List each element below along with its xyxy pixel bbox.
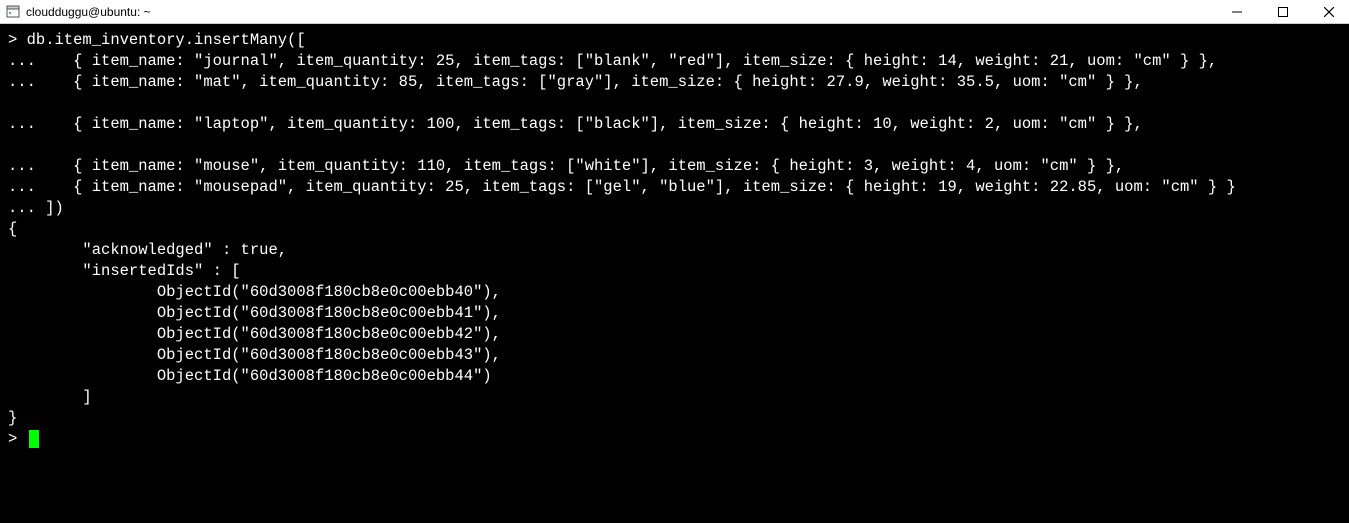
window-titlebar: cloudduggu@ubuntu: ~ <box>0 0 1349 24</box>
window-title: cloudduggu@ubuntu: ~ <box>26 5 1223 19</box>
terminal-icon <box>6 5 20 19</box>
window-controls <box>1223 2 1343 22</box>
terminal-cursor <box>29 430 39 448</box>
close-button[interactable] <box>1315 2 1343 22</box>
terminal-output[interactable]: > db.item_inventory.insertMany([ ... { i… <box>0 24 1349 523</box>
minimize-button[interactable] <box>1223 2 1251 22</box>
maximize-button[interactable] <box>1269 2 1297 22</box>
